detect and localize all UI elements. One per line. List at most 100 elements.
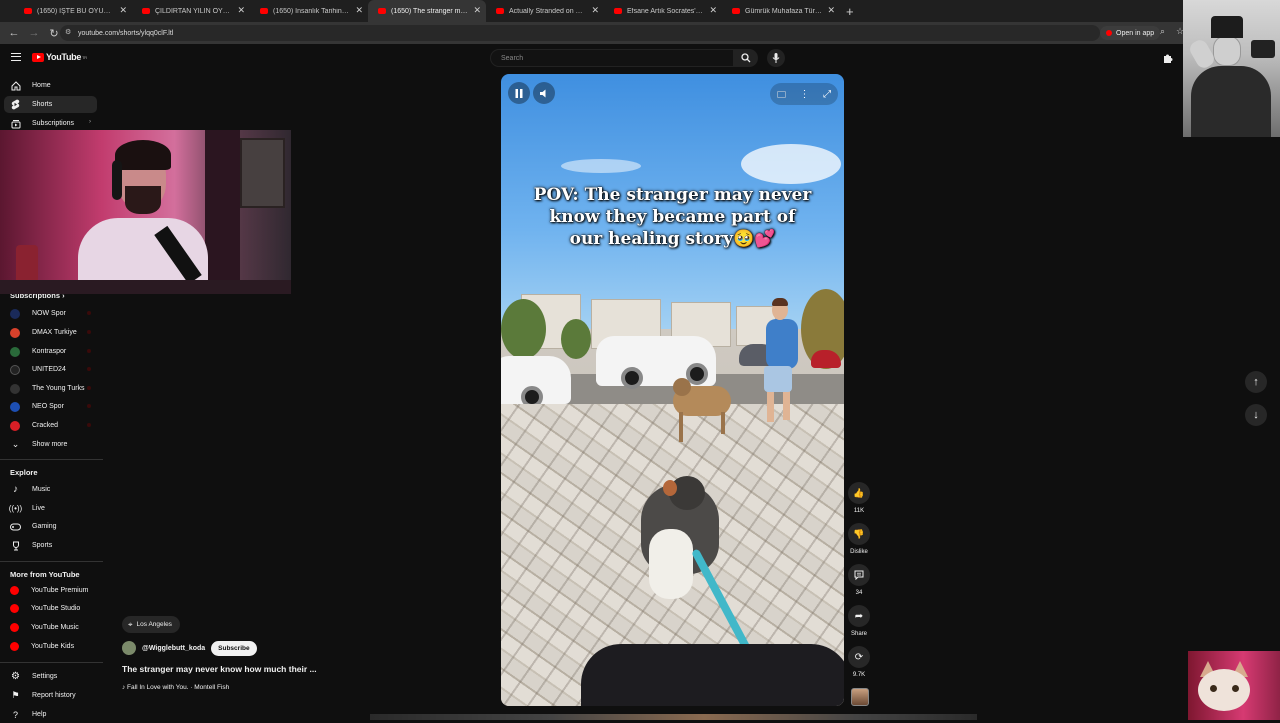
sidebar-item-gaming[interactable]: Gaming (4, 518, 97, 535)
video-man-leg (783, 390, 790, 420)
volume-button[interactable] (533, 82, 555, 104)
share-button[interactable]: ➦ (848, 605, 870, 627)
sidebar-item-youtube-music[interactable]: YouTube Music (4, 619, 97, 636)
live-dot-icon (87, 386, 91, 390)
sidebar-item-live[interactable]: ((•)) Live (4, 500, 97, 517)
cat-eye (1232, 685, 1239, 692)
more-options-icon[interactable]: ⋮ (799, 89, 809, 100)
sidebar-item-report-history[interactable]: ⚑ Report history (4, 687, 97, 704)
close-tab-icon[interactable]: ✕ (355, 5, 363, 16)
sidebar-item-subscription[interactable]: Kontraspor (4, 343, 97, 360)
next-short-button[interactable]: ↓ (1245, 404, 1267, 426)
sidebar-item-subscription[interactable]: Cracked (4, 417, 97, 434)
share-action[interactable]: ➦ Share (848, 605, 870, 637)
shorts-icon (10, 99, 21, 110)
remix-action[interactable]: ⟳ 9.7K (848, 646, 870, 678)
close-tab-icon[interactable]: ✕ (473, 5, 481, 16)
sidebar-item-sports[interactable]: Sports (4, 537, 97, 554)
close-tab-icon[interactable]: ✕ (827, 5, 835, 16)
photo-face (1213, 36, 1241, 66)
close-tab-icon[interactable]: ✕ (591, 5, 599, 16)
browser-tab[interactable]: (1650) İnsanlık Tarihinin En Tehli✕ (250, 0, 368, 22)
video-dog-brown-head (673, 378, 691, 396)
browser-tab[interactable]: Gümrük Muhafaza Türkiye 24. S✕ (722, 0, 840, 22)
sidebar-item-subscription[interactable]: NEO Spor (4, 398, 97, 415)
sidebar-item-help[interactable]: ? Help (4, 706, 97, 723)
captions-icon[interactable] (776, 90, 786, 98)
shorts-video-player[interactable]: POV: The stranger may never know they be… (501, 74, 844, 706)
live-dot-icon (87, 330, 91, 334)
voice-search-button[interactable] (767, 49, 785, 67)
site-info-icon[interactable]: ⚙ (65, 28, 71, 36)
youtube-favicon-icon (260, 8, 268, 14)
like-action[interactable]: 👍 11K (848, 482, 870, 514)
sidebar-item-home[interactable]: Home (4, 77, 97, 94)
reload-icon[interactable]: ↻ (48, 27, 60, 40)
browser-tab[interactable]: Actually Stranded on a Desert Is✕ (486, 0, 604, 22)
youtube-header: YouTube TR Search (0, 44, 1280, 72)
sidebar-item-settings[interactable]: ⚙ Settings (4, 668, 97, 685)
forward-icon[interactable]: → (28, 27, 40, 39)
photo-hat (1211, 16, 1243, 38)
back-icon[interactable]: ← (8, 27, 20, 39)
sidebar-item-youtube-kids[interactable]: YouTube Kids (4, 638, 97, 655)
thumbs-up-icon: 👍 (853, 487, 865, 498)
sidebar-item-subscription[interactable]: DMAX Turkiye (4, 324, 97, 341)
show-more-button[interactable]: ⌄ Show more (4, 436, 97, 453)
fullscreen-icon[interactable]: ⤢ (823, 89, 831, 100)
photo-hat-background (1251, 40, 1275, 58)
remix-button[interactable]: ⟳ (848, 646, 870, 668)
new-tab-button[interactable]: + (846, 4, 854, 19)
channel-avatar[interactable] (122, 641, 136, 655)
comment-icon (854, 570, 864, 580)
short-title[interactable]: The stranger may never know how much the… (122, 664, 317, 674)
channel-avatar (10, 346, 20, 357)
video-man-torso (766, 319, 798, 369)
sidebar-item-subscription[interactable]: UNITED24 (4, 361, 97, 378)
dislike-button[interactable]: 👎 (848, 523, 870, 545)
search-button[interactable] (734, 49, 758, 67)
sidebar-item-subscription[interactable]: NOW Spor (4, 305, 97, 322)
video-car-wheel (621, 367, 643, 389)
youtube-favicon-icon (24, 8, 32, 14)
sidebar-item-music[interactable]: ♪ Music (4, 481, 97, 498)
open-in-app-button[interactable]: Open in app (1100, 26, 1161, 40)
channel-name[interactable]: @Wigglebutt_koda (142, 645, 205, 652)
search-input[interactable]: Search (490, 49, 734, 67)
pause-icon (515, 88, 523, 98)
sidebar-item-shorts[interactable]: Shorts (4, 96, 97, 113)
pause-button[interactable] (508, 82, 530, 104)
sidebar-item-subscription[interactable]: The Young Turks (4, 380, 97, 397)
sound-thumbnail[interactable] (851, 688, 869, 706)
youtube-logo[interactable]: YouTube TR (32, 52, 87, 62)
close-tab-icon[interactable]: ✕ (709, 5, 717, 16)
more-from-youtube-heading: More from YouTube (10, 570, 80, 579)
dislike-action[interactable]: 👎 Dislike (848, 523, 870, 555)
extension-puzzle-icon[interactable] (1162, 52, 1174, 64)
live-icon: ((•)) (8, 504, 23, 513)
subscribe-button[interactable]: Subscribe (211, 640, 257, 656)
youtube-favicon-icon (142, 8, 150, 14)
comments-action[interactable]: 34 (848, 564, 870, 596)
youtube-favicon-icon (614, 8, 622, 14)
url-field[interactable]: ⚙ youtube.com/shorts/ylqq0clF.ltl (60, 25, 1100, 41)
browser-tab[interactable]: Efsane Artık Socrates'te, Ada F✕ (604, 0, 722, 22)
sidebar-item-youtube-studio[interactable]: YouTube Studio (4, 600, 97, 617)
short-song[interactable]: ♪ Fall In Love with You. · Montell Fish (122, 684, 229, 691)
browser-tab[interactable]: (1650) İŞTE BU OYUN OYNANIR✕ (14, 0, 132, 22)
location-chip[interactable]: ⌖ Los Angeles (122, 616, 180, 633)
video-cloud (741, 144, 841, 184)
like-button[interactable]: 👍 (848, 482, 870, 504)
browser-tab[interactable]: ÇILDIRTAN YILIN OYUNU ADAY✕ (132, 0, 250, 22)
menu-icon[interactable] (11, 53, 21, 61)
zoom-icon[interactable]: ⌕ (1160, 26, 1165, 37)
sidebar-item-youtube-premium[interactable]: YouTube Premium (4, 582, 97, 599)
browser-tab-active[interactable]: (1650) The stranger may n ✕ (368, 0, 486, 22)
microphone-icon (772, 53, 780, 63)
previous-short-button[interactable]: ↑ (1245, 371, 1267, 393)
close-tab-icon[interactable]: ✕ (119, 5, 127, 16)
comments-button[interactable] (848, 564, 870, 586)
youtube-premium-icon (10, 586, 19, 595)
live-dot-icon (87, 423, 91, 427)
close-tab-icon[interactable]: ✕ (237, 5, 245, 16)
